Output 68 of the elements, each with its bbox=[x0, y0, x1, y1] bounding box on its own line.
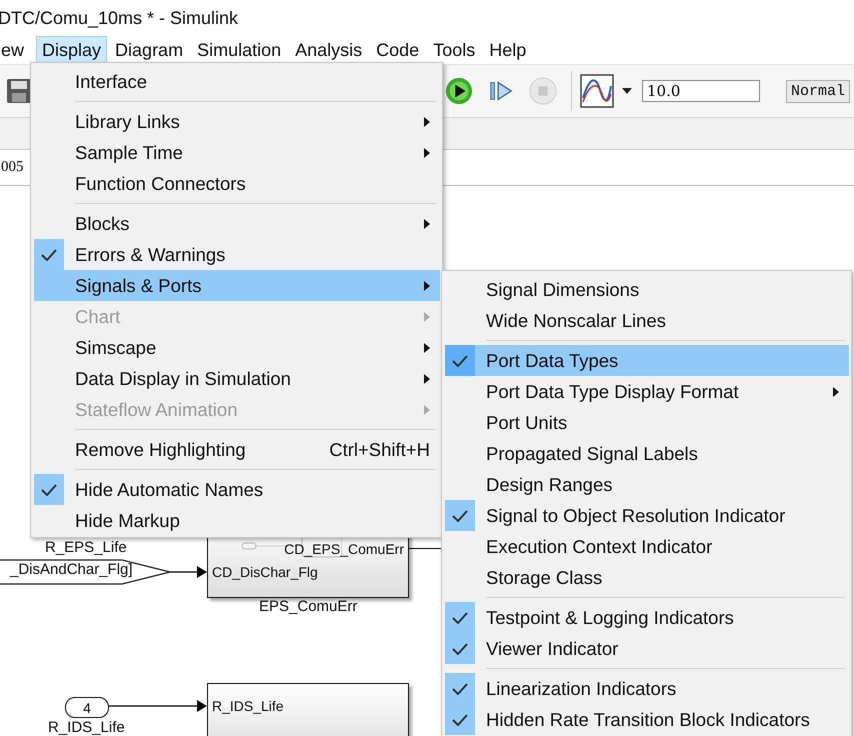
menu-item[interactable]: Design Ranges bbox=[445, 469, 849, 500]
submenu-arrow-icon bbox=[424, 116, 430, 126]
port-number: 4 bbox=[83, 700, 91, 716]
menu-bar-item[interactable]: Help bbox=[483, 36, 532, 64]
menu-item[interactable]: Linearization Indicators bbox=[445, 673, 849, 704]
menu-item[interactable]: Blocks bbox=[34, 208, 440, 239]
submenu-arrow-icon bbox=[424, 404, 430, 414]
submenu-arrow-icon bbox=[424, 374, 430, 384]
submenu-arrow-icon bbox=[424, 342, 430, 352]
menu-item[interactable]: Port Data Type Display Format bbox=[445, 376, 849, 407]
submenu-arrow-icon bbox=[424, 280, 430, 290]
caret-icon[interactable] bbox=[622, 88, 632, 94]
menu-item[interactable]: Sample Time bbox=[34, 137, 440, 168]
checkmark-icon bbox=[41, 484, 57, 496]
inport-label: R_IDS_Life bbox=[48, 719, 125, 736]
output-port-label: CD_EPS_ComuErr bbox=[284, 541, 404, 557]
checkmark-icon bbox=[452, 510, 468, 522]
inport-label: R_EPS_Life bbox=[45, 539, 127, 556]
menu-item[interactable]: Interface bbox=[34, 66, 440, 97]
menu-bar-item[interactable]: ew bbox=[0, 36, 30, 64]
block-name: EPS_ComuErr bbox=[259, 598, 358, 615]
menu-item[interactable]: Library Links bbox=[34, 106, 440, 137]
menu-item[interactable]: Hidden Rate Transition Block Indicators bbox=[445, 704, 849, 735]
menu-item[interactable]: Execution Context Indicator bbox=[445, 531, 849, 562]
menu-bar-item[interactable]: Analysis bbox=[289, 36, 368, 64]
menu-item[interactable]: Data Display in Simulation bbox=[34, 363, 440, 394]
checkmark-icon bbox=[452, 642, 468, 654]
menu-item[interactable]: Testpoint & Logging Indicators bbox=[445, 602, 849, 633]
menu-item[interactable]: Viewer Indicator bbox=[445, 633, 849, 664]
menu-item[interactable]: Signal Dimensions bbox=[445, 274, 849, 305]
input-port-label: R_IDS_Life bbox=[212, 698, 284, 714]
menu-item[interactable]: Signal to Object Resolution Indicator bbox=[445, 500, 849, 531]
menu-bar-item[interactable]: Code bbox=[370, 36, 426, 64]
menu-bar-item[interactable]: Display bbox=[36, 36, 108, 64]
checkmark-icon bbox=[452, 612, 468, 624]
input-port-label: CD_DisChar_Flg bbox=[212, 564, 318, 580]
menu-bar-item[interactable]: Diagram bbox=[109, 36, 190, 64]
menu-bar-item[interactable]: Tools bbox=[427, 36, 482, 64]
menu-item[interactable]: Port Data Types bbox=[445, 345, 849, 376]
address-bar-text: 005 bbox=[1, 159, 24, 176]
signal-arrow bbox=[170, 566, 207, 578]
submenu-arrow-icon bbox=[833, 386, 839, 396]
checkmark-icon bbox=[41, 248, 57, 260]
menu-item[interactable]: Propagated Signal Labels bbox=[445, 438, 849, 469]
simulation-mode-dropdown[interactable]: Normal bbox=[786, 80, 850, 102]
submenu-arrow-icon bbox=[424, 148, 430, 158]
submenu-arrow-icon bbox=[424, 312, 430, 322]
save-icon[interactable] bbox=[6, 78, 32, 104]
goto-tag-label: _DisAndChar_Flg] bbox=[10, 561, 133, 578]
shortcut-text: Ctrl+Shift+H bbox=[329, 438, 430, 460]
menu-item[interactable]: Hide Markup bbox=[34, 505, 440, 536]
menu-item[interactable]: Wide Nonscalar Lines bbox=[445, 305, 849, 336]
run-icon[interactable] bbox=[445, 77, 473, 105]
checkmark-icon bbox=[452, 682, 468, 694]
checkmark-icon bbox=[452, 354, 468, 366]
menu-item[interactable]: Hide Automatic Names bbox=[34, 474, 440, 505]
menu-item[interactable]: Function Connectors bbox=[34, 168, 440, 199]
menu-item[interactable]: Storage Class bbox=[445, 562, 849, 593]
menu-item[interactable]: Signals & Ports bbox=[34, 270, 440, 301]
menu-bar-item[interactable]: Simulation bbox=[191, 36, 288, 64]
menu-item[interactable]: Simscape bbox=[34, 332, 440, 363]
menu-item[interactable]: Errors & Warnings bbox=[34, 239, 440, 270]
stop-time-field[interactable]: 10.0 bbox=[642, 80, 760, 102]
menu-item[interactable]: Port Units bbox=[445, 407, 849, 438]
menu-item[interactable]: Remove Highlighting Ctrl+Shift+H bbox=[34, 434, 440, 465]
checkmark-icon bbox=[452, 714, 468, 726]
submenu-arrow-icon bbox=[424, 218, 430, 228]
scope-icon[interactable] bbox=[580, 74, 614, 108]
